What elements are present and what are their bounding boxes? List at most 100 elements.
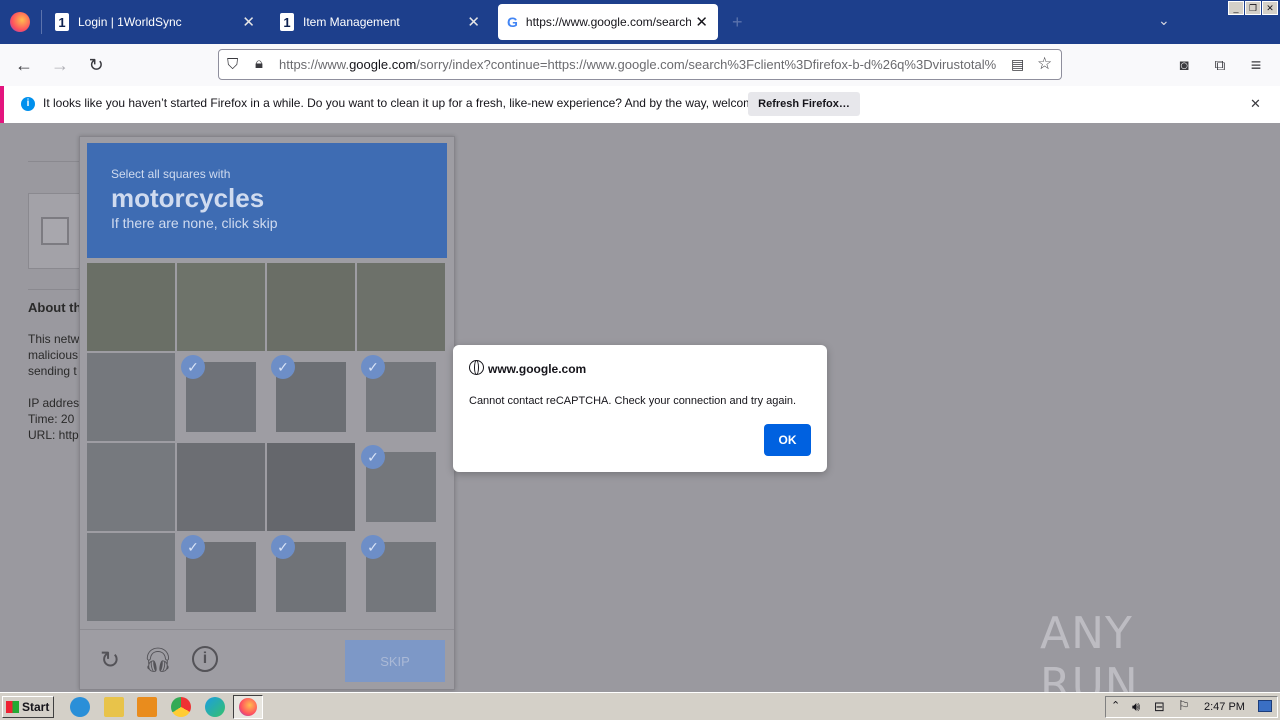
reload-button[interactable]: ↻ bbox=[84, 53, 108, 77]
arrow-right-icon: → bbox=[51, 54, 69, 75]
challenge-target: motorcycles bbox=[111, 183, 265, 213]
start-button[interactable]: Start bbox=[2, 696, 54, 718]
tile-selected-check-icon: ✓ bbox=[271, 355, 295, 379]
show-desktop-icon[interactable] bbox=[1258, 700, 1272, 712]
url-text: https://www.google.com/sorry/index?conti… bbox=[279, 57, 999, 72]
windows-taskbar: Start ⌃ 🔊︎ ⊟ ⚐ 2:47 PM bbox=[0, 692, 1280, 720]
captcha-tile[interactable] bbox=[357, 263, 445, 351]
captcha-tile[interactable] bbox=[177, 443, 265, 531]
app-menu-button[interactable]: ≡ bbox=[1244, 53, 1268, 77]
url-bar[interactable]: ⛉ 🔒︎ https://www.google.com/sorry/index?… bbox=[218, 49, 1062, 80]
challenge-footer: ↻ 🎧︎ i SKIP bbox=[80, 629, 454, 689]
tracking-protection-shield-icon[interactable]: ⛉ bbox=[227, 56, 238, 73]
new-tab-button[interactable]: + bbox=[732, 12, 743, 33]
edge-icon[interactable] bbox=[205, 697, 225, 717]
captcha-tile[interactable] bbox=[267, 443, 355, 531]
captcha-tile[interactable] bbox=[87, 353, 175, 441]
tile-selected-check-icon: ✓ bbox=[361, 355, 385, 379]
captcha-tile[interactable] bbox=[87, 533, 175, 621]
close-window-button[interactable]: ✕ bbox=[1262, 1, 1278, 15]
captcha-tile[interactable] bbox=[267, 263, 355, 351]
internet-explorer-icon[interactable] bbox=[70, 697, 90, 717]
dialog-title: www.google.com bbox=[488, 362, 587, 376]
chrome-icon[interactable] bbox=[171, 697, 191, 717]
captcha-tile[interactable]: ✓ bbox=[267, 353, 355, 441]
page-text-line: malicious bbox=[28, 348, 79, 362]
time-label: Time: 20 bbox=[28, 412, 75, 426]
reload-icon: ↻ bbox=[88, 54, 104, 75]
notification-message: It looks like you haven’t started Firefo… bbox=[43, 96, 792, 110]
captcha-tile[interactable]: ✓ bbox=[357, 353, 445, 441]
captcha-tile[interactable]: ✓ bbox=[357, 533, 445, 621]
captcha-tile[interactable]: ✓ bbox=[177, 533, 265, 621]
volume-icon[interactable]: 🔊︎ bbox=[1132, 699, 1140, 715]
firefox-menu-icon[interactable] bbox=[10, 12, 30, 32]
arrow-left-icon: ← bbox=[15, 54, 33, 75]
lock-icon[interactable]: 🔒︎ bbox=[255, 55, 263, 72]
restore-button[interactable]: ❐ bbox=[1245, 1, 1261, 15]
image-grid: ✓ ✓ ✓ ✓ ✓ ✓ ✓ bbox=[87, 263, 447, 623]
anyrun-watermark: ANY RUN bbox=[1040, 608, 1240, 710]
challenge-hint: If there are none, click skip bbox=[111, 215, 278, 231]
url-path: /sorry/index?continue=https://www.google… bbox=[416, 57, 997, 72]
refresh-firefox-notification: i It looks like you haven’t started Fire… bbox=[0, 86, 1280, 123]
reload-challenge-icon[interactable]: ↻ bbox=[96, 646, 124, 674]
tab-google-search[interactable]: G https://www.google.com/search?c ✕ bbox=[498, 4, 718, 40]
media-player-icon[interactable] bbox=[137, 697, 157, 717]
page-text-line: This netw bbox=[28, 332, 80, 346]
network-icon[interactable]: ⊟ bbox=[1154, 699, 1165, 715]
minimize-button[interactable]: _ bbox=[1228, 1, 1244, 15]
close-tab-icon[interactable]: ✕ bbox=[242, 13, 255, 31]
extensions-button[interactable]: ⧉ bbox=[1208, 53, 1232, 77]
url-domain: google.com bbox=[349, 57, 417, 72]
tab-label: Login | 1WorldSync bbox=[78, 15, 182, 29]
pocket-button[interactable]: ◙ bbox=[1172, 53, 1196, 77]
close-notification-icon[interactable]: ✕ bbox=[1250, 96, 1261, 112]
tile-selected-check-icon: ✓ bbox=[271, 535, 295, 559]
captcha-tile[interactable] bbox=[87, 263, 175, 351]
tab-label: https://www.google.com/search?c bbox=[525, 15, 691, 29]
captcha-tile[interactable]: ✓ bbox=[357, 443, 445, 531]
navigation-toolbar: ← → ↻ ⛉ 🔒︎ https://www.google.com/sorry/… bbox=[0, 44, 1280, 86]
reader-view-icon[interactable]: ▤ bbox=[1011, 56, 1024, 73]
challenge-header: Select all squares with motorcycles If t… bbox=[87, 143, 447, 258]
firefox-taskbar-button[interactable] bbox=[233, 695, 263, 719]
tray-expand-icon[interactable]: ⌃ bbox=[1111, 699, 1120, 712]
skip-button[interactable]: SKIP bbox=[345, 640, 445, 682]
url-prefix: https://www. bbox=[279, 57, 350, 72]
tab-separator bbox=[41, 10, 42, 34]
about-heading: About th bbox=[28, 300, 80, 315]
ok-button[interactable]: OK bbox=[764, 424, 811, 456]
refresh-firefox-button[interactable]: Refresh Firefox… bbox=[748, 92, 860, 116]
captcha-tile[interactable]: ✓ bbox=[267, 533, 355, 621]
file-explorer-icon[interactable] bbox=[104, 697, 124, 717]
puzzle-icon: ⧉ bbox=[1214, 56, 1226, 74]
tab-login-1worldsync[interactable]: 1 Login | 1WorldSync ✕ bbox=[55, 0, 265, 44]
list-all-tabs-icon[interactable]: ⌄ bbox=[1158, 12, 1170, 29]
close-tab-icon[interactable]: ✕ bbox=[695, 13, 708, 31]
info-challenge-icon[interactable]: i bbox=[192, 646, 218, 672]
tile-selected-check-icon: ✓ bbox=[181, 355, 205, 379]
bookmark-star-icon[interactable]: ☆ bbox=[1037, 54, 1052, 74]
info-icon: i bbox=[21, 97, 35, 111]
system-tray: ⌃ 🔊︎ ⊟ ⚐ 2:47 PM bbox=[1105, 696, 1278, 718]
captcha-tile[interactable] bbox=[87, 443, 175, 531]
globe-meridian bbox=[474, 360, 479, 375]
challenge-instruction: Select all squares with bbox=[111, 167, 231, 181]
tile-selected-check-icon: ✓ bbox=[181, 535, 205, 559]
tab-item-management[interactable]: 1 Item Management ✕ bbox=[280, 0, 490, 44]
hamburger-menu-icon: ≡ bbox=[1250, 54, 1262, 75]
tab-label: Item Management bbox=[303, 15, 400, 29]
recaptcha-checkbox[interactable] bbox=[41, 217, 69, 245]
captcha-tile[interactable] bbox=[177, 263, 265, 351]
back-button[interactable]: ← bbox=[12, 53, 36, 77]
clock[interactable]: 2:47 PM bbox=[1204, 701, 1245, 713]
forward-button[interactable]: → bbox=[48, 53, 72, 77]
page-text-line: sending t bbox=[28, 364, 77, 378]
close-tab-icon[interactable]: ✕ bbox=[467, 13, 480, 31]
captcha-tile[interactable]: ✓ bbox=[177, 353, 265, 441]
audio-challenge-icon[interactable]: 🎧︎ bbox=[143, 646, 173, 674]
google-favicon-icon: G bbox=[507, 14, 518, 30]
action-center-flag-icon[interactable]: ⚐ bbox=[1178, 698, 1190, 714]
1worldsync-favicon-icon: 1 bbox=[55, 13, 69, 31]
